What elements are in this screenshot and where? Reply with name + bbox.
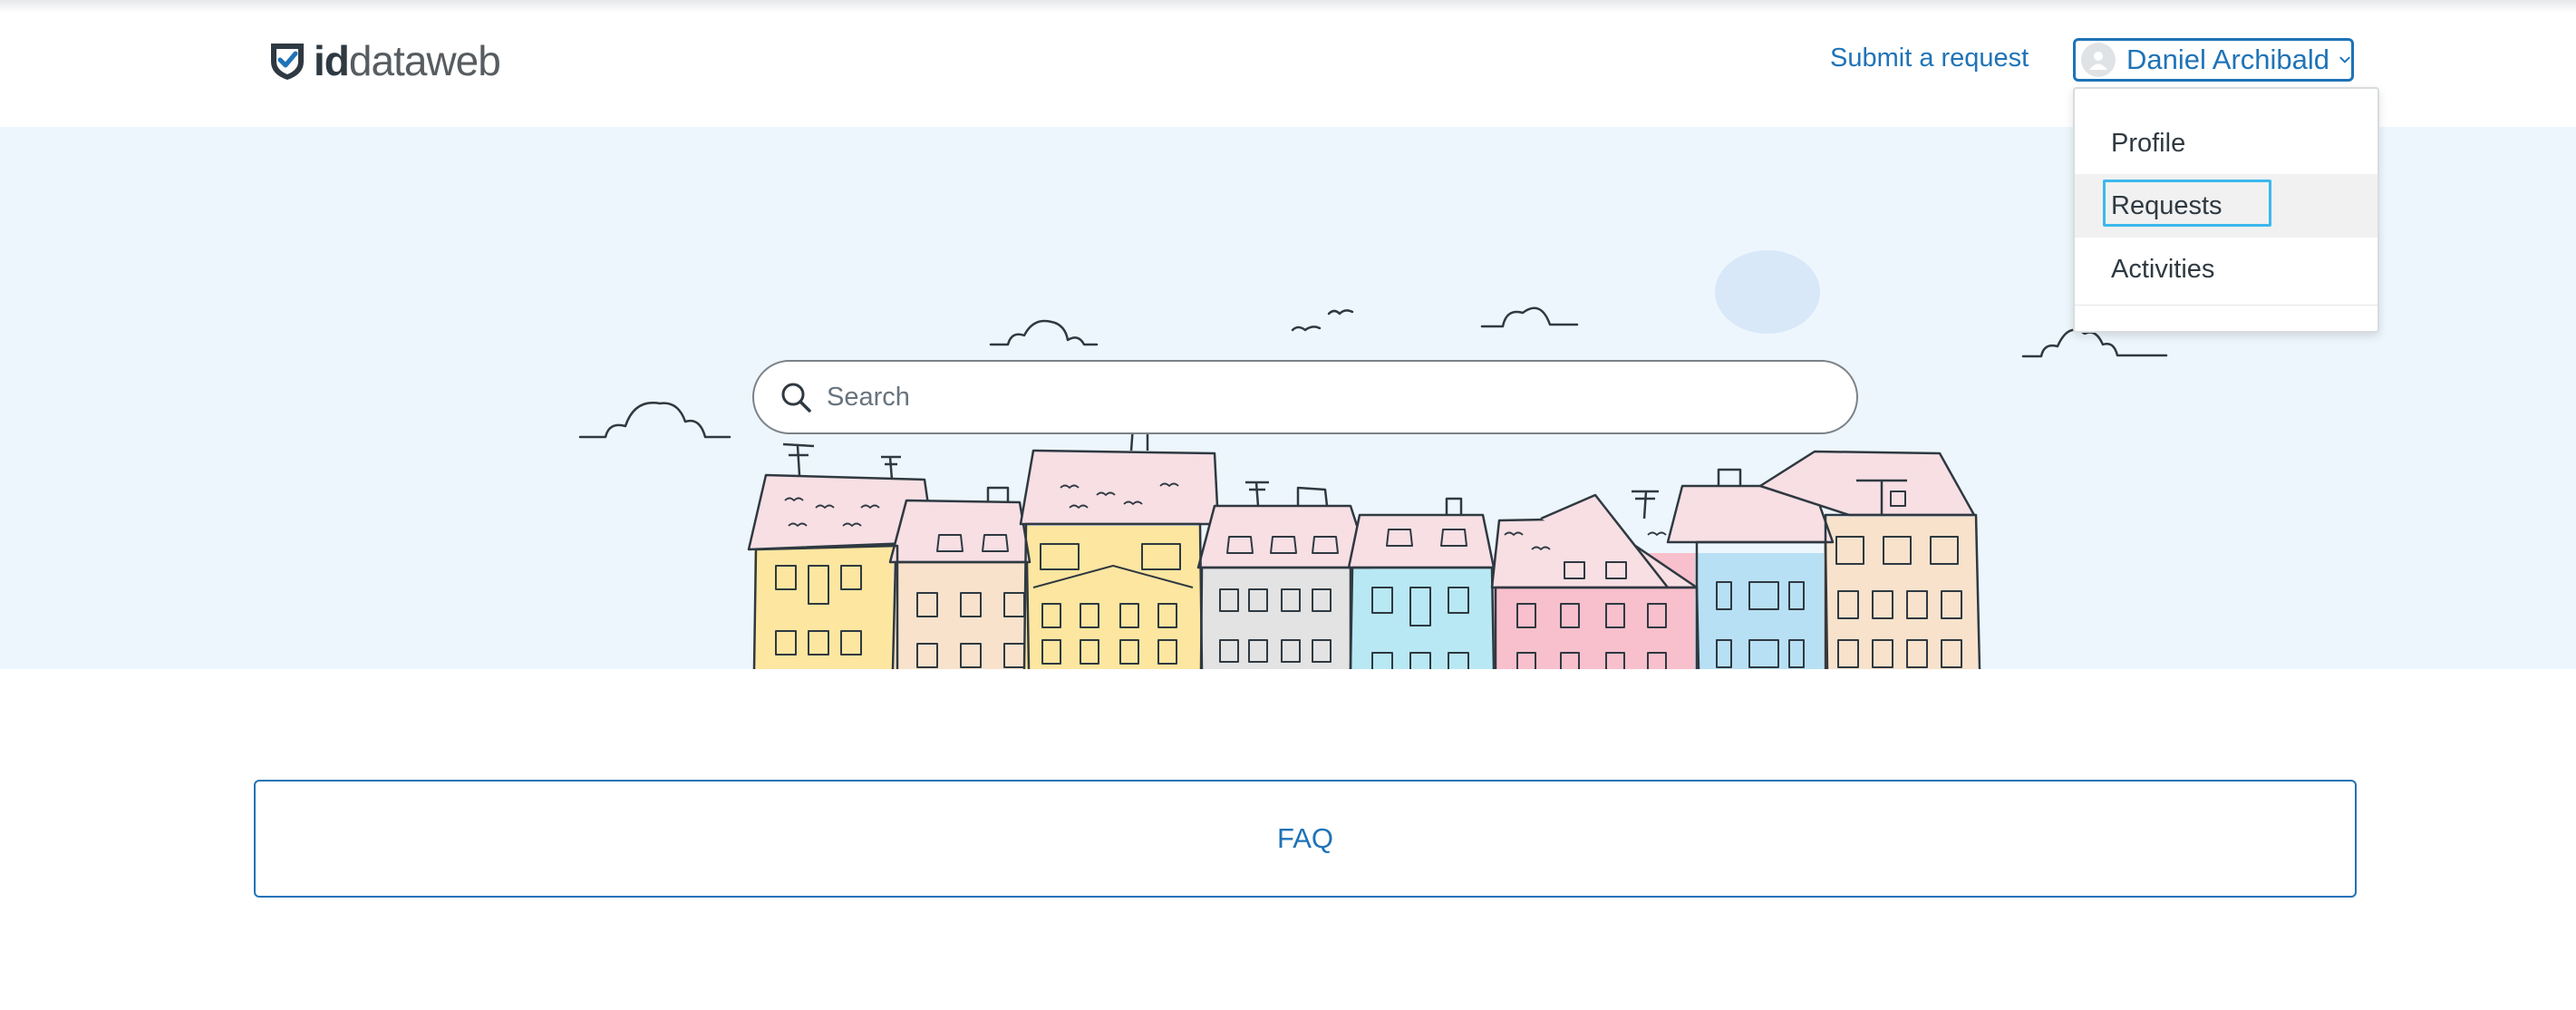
chevron-down-icon	[2339, 56, 2350, 63]
search-bar[interactable]	[752, 360, 1858, 434]
menu-item-requests[interactable]: Requests	[2075, 174, 2377, 238]
menu-divider	[2075, 305, 2377, 306]
faq-section-link[interactable]: FAQ	[254, 780, 2357, 898]
faq-label: FAQ	[1276, 822, 1333, 854]
user-icon	[2089, 52, 2107, 70]
search-input[interactable]	[825, 381, 1825, 413]
submit-request-link[interactable]: Submit a request	[1830, 44, 2029, 73]
avatar	[2081, 43, 2116, 77]
search-icon	[781, 383, 811, 413]
user-dropdown-menu: Profile Requests Activities	[2073, 87, 2379, 333]
user-name: Daniel Archibald	[2126, 44, 2330, 75]
logo-text: iddataweb	[314, 37, 501, 84]
shield-check-icon	[271, 44, 304, 80]
logo[interactable]: iddataweb	[268, 37, 501, 84]
menu-item-profile[interactable]: Profile	[2075, 112, 2377, 175]
menu-item-activities[interactable]: Activities	[2075, 238, 2377, 301]
user-menu-button[interactable]: Daniel Archibald	[2073, 38, 2354, 82]
